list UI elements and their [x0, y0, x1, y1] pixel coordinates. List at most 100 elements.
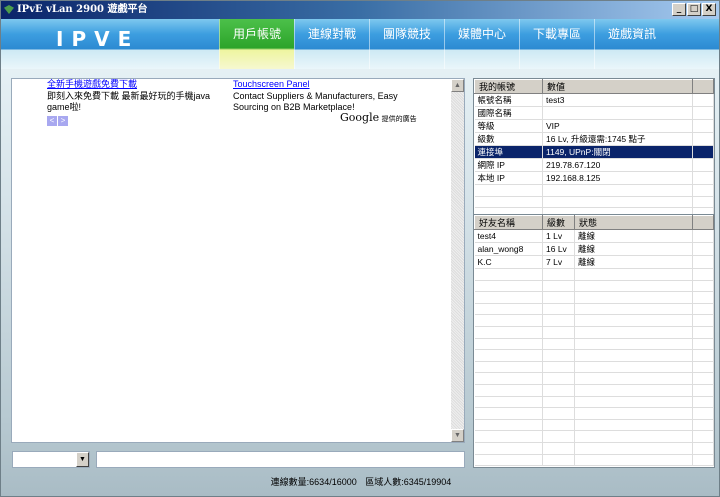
channel-select[interactable]: ▼	[12, 451, 90, 468]
ad-next-button[interactable]: >	[58, 115, 68, 126]
table-cell	[542, 280, 575, 293]
table-cell	[692, 442, 714, 455]
table-cell	[474, 419, 543, 432]
tab-download[interactable]: 下載專區	[519, 19, 594, 69]
table-cell: K.C	[474, 255, 543, 269]
table-cell	[692, 242, 714, 256]
chat-scrollbar[interactable]: ▲ ▼	[451, 79, 464, 442]
table-row[interactable]: 級數 16 Lv, 升級還需:1745 點子	[474, 132, 714, 146]
minimize-button[interactable]: _	[672, 3, 686, 16]
table-row[interactable]	[474, 291, 714, 304]
table-cell	[692, 93, 714, 107]
table-cell	[542, 326, 575, 339]
table-cell	[574, 372, 693, 385]
region-count: 區域人數:6345/19904	[365, 477, 452, 487]
table-cell	[542, 430, 575, 443]
table-row[interactable]	[474, 430, 714, 443]
table-row[interactable]	[474, 454, 714, 467]
ad-left-text: 即刻入來免費下載 最新最好玩的手機java game啦!	[47, 90, 211, 113]
message-input[interactable]	[96, 451, 465, 468]
table-cell	[474, 407, 543, 420]
table-row[interactable]: K.C 7 Lv 離線	[474, 255, 714, 269]
table-row[interactable]: test4 1 Lv 離線	[474, 229, 714, 243]
table-row[interactable]	[474, 303, 714, 316]
col-header[interactable]: 數値	[542, 79, 693, 94]
table-cell: 離線	[574, 229, 693, 243]
table-cell	[574, 442, 693, 455]
table-cell	[692, 196, 714, 209]
table-cell	[692, 119, 714, 133]
table-row[interactable]: 帳號名稱 test3	[474, 93, 714, 107]
table-row[interactable]	[474, 326, 714, 339]
table-cell	[474, 372, 543, 385]
table-cell	[692, 338, 714, 351]
tab-account[interactable]: 用戶帳號	[219, 19, 294, 69]
table-cell: 帳號名稱	[474, 93, 543, 107]
col-header[interactable]: 級數	[542, 215, 575, 230]
table-row[interactable]: 連接埠 1149, UPnP:關閉	[474, 145, 714, 159]
table-row[interactable]	[474, 419, 714, 432]
table-row[interactable]	[474, 349, 714, 362]
table-cell	[692, 132, 714, 146]
table-cell: 離線	[574, 255, 693, 269]
ad-left-link[interactable]: 全新手機遊戲免費下載	[47, 79, 137, 89]
col-header[interactable]: 我的帳號	[474, 79, 543, 94]
table-row[interactable]	[474, 442, 714, 455]
table-cell	[692, 407, 714, 420]
table-row[interactable]	[474, 280, 714, 293]
chevron-down-icon[interactable]: ▼	[76, 452, 89, 467]
table-cell	[574, 419, 693, 432]
ad-right-link[interactable]: Touchscreen Panel	[233, 79, 310, 89]
table-cell	[474, 442, 543, 455]
table-row[interactable]	[474, 396, 714, 409]
close-button[interactable]: X	[702, 3, 716, 16]
table-cell	[574, 407, 693, 420]
table-cell	[574, 291, 693, 304]
table-cell	[574, 384, 693, 397]
table-row[interactable]	[474, 407, 714, 420]
table-cell: 網際 IP	[474, 158, 543, 172]
table-cell	[692, 454, 714, 467]
table-row[interactable]	[474, 268, 714, 281]
table-cell	[574, 268, 693, 281]
table-cell	[474, 338, 543, 351]
table-cell	[692, 255, 714, 269]
col-header[interactable]: 好友名稱	[474, 215, 543, 230]
table-row[interactable]	[474, 372, 714, 385]
maximize-button[interactable]: □	[687, 3, 701, 16]
logo: IPVE	[56, 27, 140, 51]
tab-media[interactable]: 媒體中心	[444, 19, 519, 69]
col-header[interactable]: 狀態	[574, 215, 693, 230]
tab-game-info[interactable]: 遊戲資訊	[594, 19, 669, 69]
table-cell	[692, 430, 714, 443]
table-row[interactable]	[474, 196, 714, 209]
table-row[interactable]	[474, 384, 714, 397]
table-row[interactable]: alan_wong8 16 Lv 離線	[474, 242, 714, 256]
table-cell	[542, 372, 575, 385]
table-row[interactable]: 本地 IP 192.168.8.125	[474, 171, 714, 185]
tab-team[interactable]: 團隊競技	[369, 19, 444, 69]
scroll-up-button[interactable]: ▲	[451, 79, 464, 92]
table-cell	[692, 326, 714, 339]
table-cell	[542, 106, 693, 120]
table-cell	[692, 349, 714, 362]
nav-bar: IPVE 用戶帳號 連線對戰 團隊競技 媒體中心 下載專區 遊戲資訊	[1, 19, 719, 69]
table-row[interactable]	[474, 361, 714, 374]
table-cell: 219.78.67.120	[542, 158, 693, 172]
table-row[interactable]	[474, 314, 714, 327]
ad-prev-button[interactable]: <	[47, 115, 57, 126]
table-cell	[692, 280, 714, 293]
table-row[interactable]: 網際 IP 219.78.67.120	[474, 158, 714, 172]
table-cell: 離線	[574, 242, 693, 256]
table-row[interactable]: 國際名稱	[474, 106, 714, 120]
google-ads-label: Google 提供的廣告	[340, 112, 417, 126]
table-cell	[574, 314, 693, 327]
scroll-down-button[interactable]: ▼	[451, 429, 464, 442]
table-row[interactable]	[474, 184, 714, 197]
tab-online-battle[interactable]: 連線對戰	[294, 19, 369, 69]
table-cell: 1 Lv	[542, 229, 575, 243]
table-cell: 連接埠	[474, 145, 543, 159]
table-cell: 本地 IP	[474, 171, 543, 185]
table-row[interactable]: 等級 VIP	[474, 119, 714, 133]
table-row[interactable]	[474, 338, 714, 351]
